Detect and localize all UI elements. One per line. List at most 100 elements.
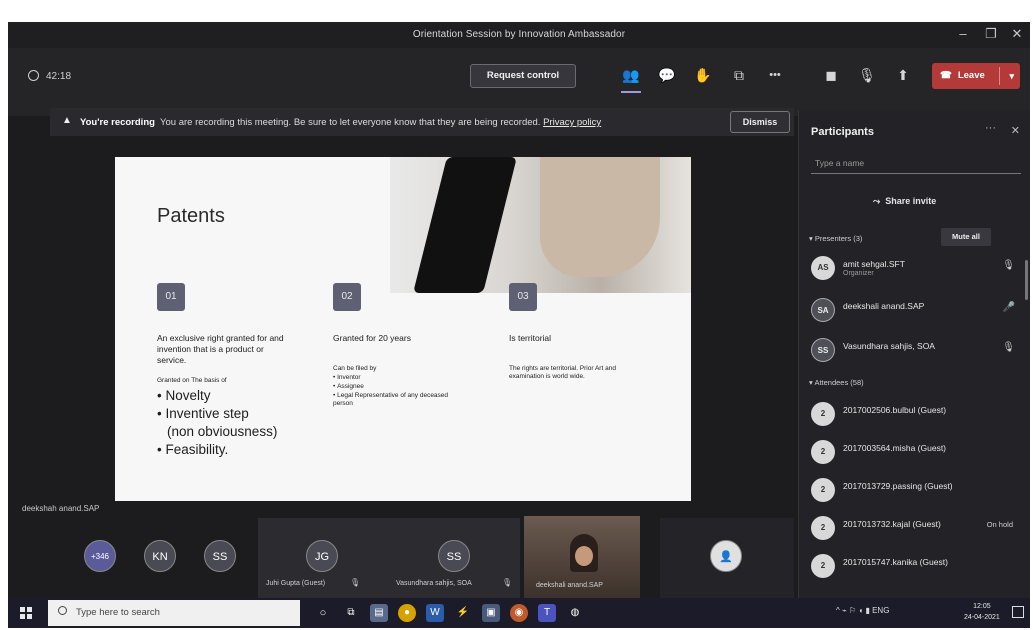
mic-off-icon[interactable]: 🎙 — [1002, 342, 1015, 353]
taskbar-clock[interactable]: 12:05 24-04-2021 — [964, 601, 1000, 623]
raise-hand-icon[interactable]: ✋ — [690, 62, 716, 88]
share-icon: ⤳ — [873, 196, 881, 206]
overflow-count-avatar[interactable]: +346 — [84, 540, 116, 572]
participant-row[interactable]: SS Vasundhara sahjis, SOA 🎙 — [811, 336, 1023, 364]
close-icon[interactable]: ✕ — [1006, 24, 1028, 44]
tile-name: Vasundhara sahjis, SOA — [396, 580, 472, 587]
camera-off-icon[interactable]: ◼ — [818, 62, 844, 88]
window-title: Orientation Session by Innovation Ambass… — [412, 29, 626, 40]
participant-tile[interactable]: JG Juhi Gupta (Guest) 🎙 SS Vasundhara sa… — [258, 518, 520, 600]
avatar: SS — [811, 338, 835, 362]
participant-name: 2017013729.passing (Guest) — [843, 481, 953, 491]
presenter-name-label: deekshah anand.SAP — [22, 504, 100, 513]
participant-name: 2017015747.kanika (Guest) — [843, 557, 948, 567]
more-options-icon[interactable]: ··· — [985, 122, 996, 134]
participant-row[interactable]: AS amit sehgal.SFT Organizer 🎙 — [811, 254, 1023, 282]
dismiss-button[interactable]: Dismiss — [730, 111, 790, 133]
participant-row[interactable]: SA deekshali anand.SAP 🎤 — [811, 296, 1023, 324]
participant-name: 2017003564.misha (Guest) — [843, 443, 947, 453]
leave-divider — [999, 67, 1000, 85]
slide-bullet-text: Assignee — [337, 383, 364, 390]
participant-row[interactable]: 2 2017003564.misha (Guest) — [811, 438, 1023, 466]
participant-row[interactable]: 2 2017013732.kajal (Guest) On hold — [811, 514, 1023, 542]
slide-column-sub: Can be filed by — [333, 365, 377, 372]
chevron-down-icon[interactable]: ▾ — [1009, 63, 1014, 89]
share-invite-button[interactable]: ⤳ Share invite — [873, 196, 936, 207]
panel-title: Participants — [811, 126, 874, 138]
word-icon[interactable]: W — [426, 604, 444, 622]
slide-number-box: 03 — [509, 283, 537, 311]
request-control-button[interactable]: Request control — [470, 64, 576, 88]
tile-name: Juhi Gupta (Guest) — [266, 580, 326, 587]
presenters-section-label: Presenters (3) — [814, 234, 863, 243]
clock-icon — [28, 70, 39, 81]
cortana-icon[interactable]: ○ — [314, 604, 332, 622]
participant-video-tile[interactable]: deekshali anand.SAP — [524, 516, 640, 600]
avatar: 2 — [811, 516, 835, 540]
photos-icon[interactable]: ▣ — [482, 604, 500, 622]
avatar[interactable]: SS — [204, 540, 236, 572]
participant-strip: +346 KN SS JG Juhi Gupta (Guest) 🎙 SS Va… — [8, 516, 798, 602]
mic-off-icon[interactable]: 🎙 — [1002, 260, 1015, 271]
mic-icon[interactable]: 🎤 — [1003, 302, 1015, 313]
search-icon — [58, 606, 67, 615]
app-icon[interactable]: ◍ — [566, 604, 584, 622]
recording-notice-bold: You're recording — [80, 117, 155, 128]
meeting-timer: 42:18 — [28, 70, 71, 82]
firefox-icon[interactable]: ◉ — [510, 604, 528, 622]
share-screen-icon[interactable]: ⬆ — [890, 62, 916, 88]
panel-scrollbar[interactable] — [1025, 260, 1028, 300]
slide-bullet: • Inventive step — [157, 406, 249, 421]
chat-icon[interactable]: 💬 — [654, 62, 680, 88]
close-icon[interactable]: ✕ — [1011, 124, 1020, 137]
slide-bullet: • Feasibility. — [157, 442, 229, 457]
slide-title: Patents — [157, 205, 225, 227]
slide-bullet: • Legal Representative of any deceased p… — [333, 392, 449, 407]
participant-row[interactable]: 2 2017013729.passing (Guest) — [811, 476, 1023, 504]
privacy-policy-link[interactable]: Privacy policy — [543, 117, 601, 128]
slide-bullet-text: (non obviousness) — [167, 424, 278, 439]
participant-name: deekshali anand.SAP — [843, 301, 925, 311]
slide-bullet-text: Inventor — [337, 374, 361, 381]
avatar: 2 — [811, 554, 835, 578]
mute-all-button[interactable]: Mute all — [941, 228, 991, 246]
avatar[interactable]: KN — [144, 540, 176, 572]
participant-status: On hold — [986, 520, 1013, 529]
windows-start-icon[interactable] — [20, 607, 32, 619]
participants-panel: Participants ··· ✕ Type a name ⤳ Share i… — [798, 110, 1030, 608]
slide-number-box: 02 — [333, 283, 361, 311]
participant-name: Vasundhara sahjis, SOA — [843, 341, 935, 351]
task-view-icon[interactable]: ⧉ — [342, 604, 360, 622]
share-invite-label: Share invite — [885, 196, 937, 206]
minimize-icon[interactable]: – — [952, 24, 974, 44]
participant-row[interactable]: 2 2017015747.kanika (Guest) — [811, 552, 1023, 580]
user-icon: 👤 — [710, 540, 742, 572]
presenters-section-header[interactable]: ▾ Presenters (3) — [809, 234, 862, 243]
participant-row[interactable]: 2 2017002506.bulbul (Guest) — [811, 400, 1023, 428]
mic-off-icon[interactable]: 🎙 — [854, 62, 880, 88]
slide-column-sub: The rights are territorial. Prior Art an… — [509, 365, 616, 380]
attendees-section-header[interactable]: ▾ Attendees (58) — [809, 378, 864, 387]
participant-search-input[interactable]: Type a name — [811, 152, 1021, 174]
meeting-toolbar: 42:18 Request control 👥 💬 ✋ ⧉ ••• ◼ 🎙 ⬆ … — [8, 48, 1030, 116]
participant-tile[interactable]: 👤 — [660, 518, 794, 600]
avatar: JG — [306, 540, 338, 572]
rooms-icon[interactable]: ⧉ — [726, 62, 752, 88]
chrome-icon[interactable]: ● — [398, 604, 416, 622]
slide-bullet: • Assignee — [333, 383, 364, 390]
system-tray[interactable]: ^ ⌁ ⚐ ◖ ▮ ENG — [836, 606, 889, 615]
taskbar-search-input[interactable]: Type here to search — [48, 600, 300, 626]
more-actions-icon[interactable]: ••• — [762, 62, 788, 88]
file-explorer-icon[interactable]: ▤ — [370, 604, 388, 622]
clock-date: 24-04-2021 — [964, 614, 1000, 621]
slide-bullet-text: Novelty — [165, 388, 211, 403]
participant-name: 2017002506.bulbul (Guest) — [843, 405, 947, 415]
notification-icon[interactable] — [1012, 606, 1024, 618]
app-icon[interactable]: ⚡ — [454, 604, 472, 622]
people-icon[interactable]: 👥 — [618, 62, 644, 88]
restore-icon[interactable]: ❐ — [980, 24, 1002, 44]
avatar: 2 — [811, 402, 835, 426]
avatar: SS — [438, 540, 470, 572]
teams-icon[interactable]: T — [538, 604, 556, 622]
leave-button[interactable]: ☎ Leave ▾ — [932, 63, 1020, 89]
